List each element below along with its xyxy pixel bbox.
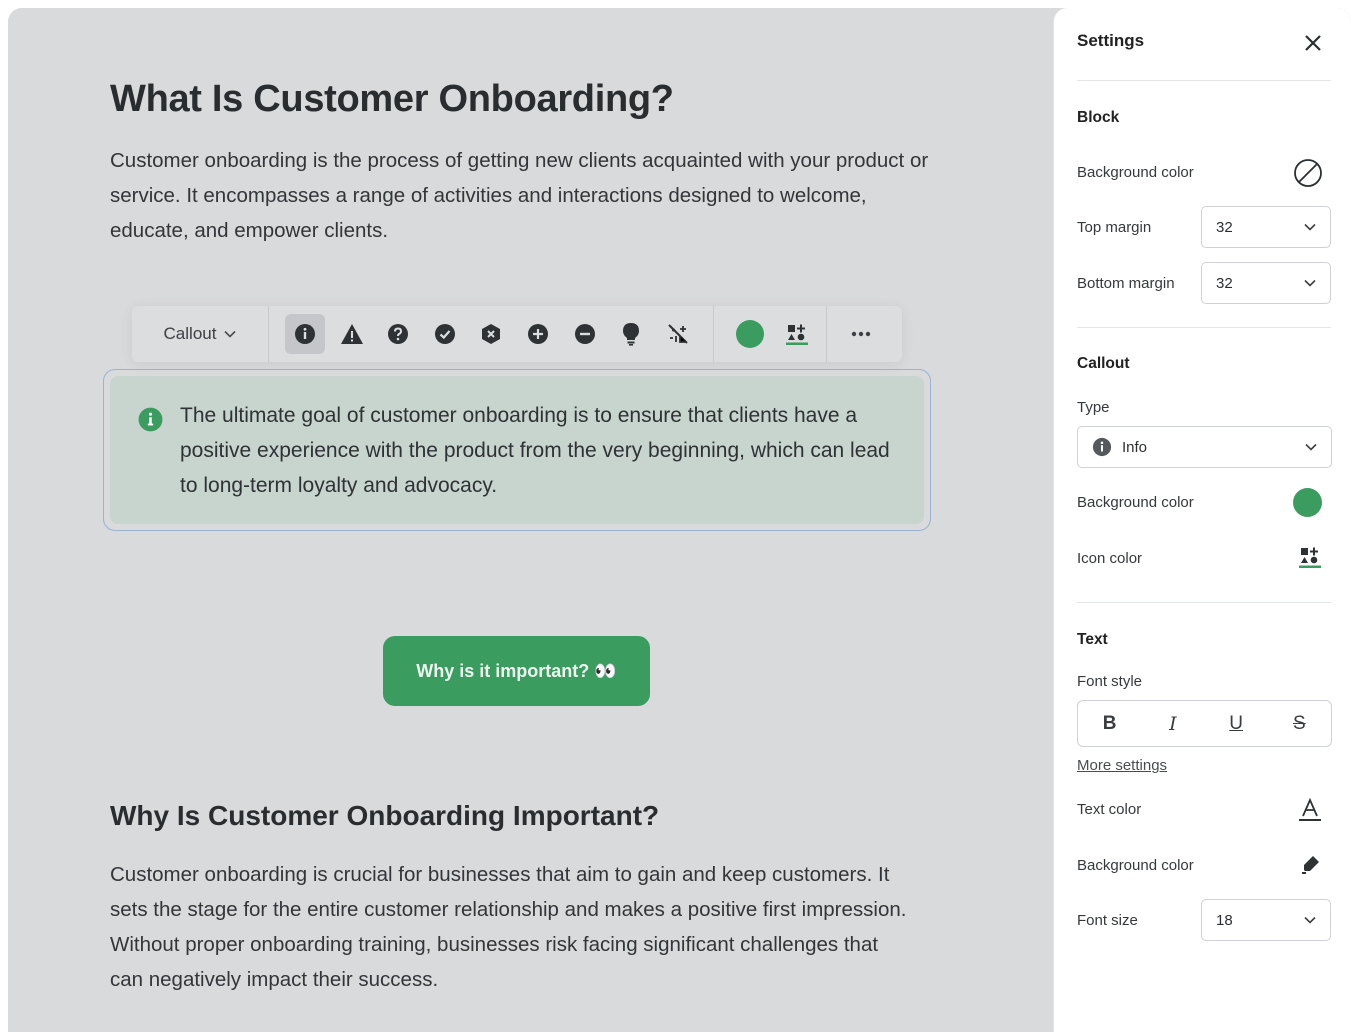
- more-options-button[interactable]: [827, 331, 895, 337]
- block-type-label: Callout: [163, 324, 217, 343]
- top-margin-label: Top margin: [1077, 219, 1152, 236]
- font-size-value: 18: [1216, 911, 1233, 929]
- callout-icon-picker: [269, 306, 714, 362]
- icon-option-question[interactable]: [378, 314, 418, 354]
- section-heading[interactable]: Why Is Customer Onboarding Important?: [110, 800, 659, 832]
- font-style-group: B I U S: [1077, 700, 1332, 747]
- callout-text: The ultimate goal of customer onboarding…: [180, 404, 890, 497]
- why-important-button[interactable]: Why is it important? 👀: [383, 636, 650, 706]
- divider: [1077, 327, 1331, 328]
- callout-toolbar: Callout: [132, 306, 902, 362]
- divider: [1077, 602, 1331, 603]
- chevron-down-icon: [1305, 443, 1317, 451]
- chevron-down-icon: [1304, 916, 1316, 924]
- no-color-icon[interactable]: [1293, 158, 1323, 188]
- icon-option-check[interactable]: [425, 314, 465, 354]
- icon-option-none[interactable]: [658, 314, 698, 354]
- close-icon[interactable]: [1302, 32, 1324, 54]
- icon-color-icon[interactable]: [785, 323, 808, 345]
- icon-option-error[interactable]: [471, 314, 511, 354]
- block-type-dropdown[interactable]: Callout: [132, 306, 269, 362]
- no-icon: [668, 324, 688, 344]
- divider: [1077, 80, 1331, 81]
- callout-section-heading: Callout: [1077, 355, 1130, 372]
- block-background-color-label: Background color: [1077, 164, 1194, 181]
- callout-background-color-swatch[interactable]: [1293, 488, 1322, 517]
- callout-type-value: Info: [1122, 438, 1148, 456]
- more-icon: [851, 331, 870, 337]
- background-color-swatch[interactable]: [735, 320, 764, 348]
- icon-option-lightbulb[interactable]: [611, 314, 651, 354]
- text-color-label: Text color: [1077, 801, 1142, 818]
- error-icon: [482, 324, 501, 344]
- bottom-margin-label: Bottom margin: [1077, 275, 1175, 292]
- chevron-down-icon: [224, 330, 237, 338]
- callout-type-select[interactable]: Info: [1077, 426, 1332, 468]
- icon-color-icon[interactable]: [1299, 546, 1321, 568]
- editor-canvas: What Is Customer Onboarding? Customer on…: [8, 8, 1053, 1032]
- block-section-heading: Block: [1077, 109, 1120, 126]
- callout-background-color-label: Background color: [1077, 494, 1194, 511]
- callout-block[interactable]: The ultimate goal of customer onboarding…: [110, 376, 924, 524]
- text-background-color-label: Background color: [1077, 857, 1194, 874]
- chevron-down-icon: [1304, 223, 1316, 231]
- icon-option-minus[interactable]: [565, 314, 605, 354]
- font-size-select[interactable]: 18: [1201, 899, 1331, 941]
- top-margin-value: 32: [1216, 218, 1233, 236]
- font-style-label: Font style: [1077, 673, 1143, 690]
- chevron-down-icon: [1304, 279, 1316, 287]
- toolbar-color-group: [714, 306, 827, 362]
- more-settings-link[interactable]: More settings: [1077, 757, 1167, 774]
- app-window: What Is Customer Onboarding? Customer on…: [8, 8, 1351, 1032]
- highlighter-icon[interactable]: [1301, 854, 1321, 874]
- bold-button[interactable]: B: [1090, 706, 1130, 742]
- text-section-heading: Text: [1077, 631, 1108, 648]
- italic-button[interactable]: I: [1153, 706, 1193, 742]
- minus-icon: [574, 324, 595, 344]
- question-icon: [388, 324, 409, 344]
- strikethrough-button[interactable]: S: [1279, 706, 1319, 742]
- top-margin-select[interactable]: 32: [1201, 206, 1331, 248]
- lightbulb-icon: [623, 323, 640, 346]
- info-icon: [295, 324, 315, 344]
- bottom-margin-value: 32: [1216, 274, 1233, 292]
- icon-option-plus[interactable]: [518, 314, 558, 354]
- page-title[interactable]: What Is Customer Onboarding?: [110, 78, 674, 121]
- icon-color-label: Icon color: [1077, 550, 1143, 567]
- button-label: Why is it important? 👀: [416, 660, 617, 681]
- settings-title: Settings: [1077, 31, 1145, 50]
- warning-icon: [340, 324, 363, 344]
- section-paragraph[interactable]: Customer onboarding is crucial for busin…: [110, 857, 910, 997]
- underline-button[interactable]: U: [1216, 706, 1256, 742]
- info-icon: [1092, 437, 1112, 457]
- check-icon: [434, 324, 455, 344]
- text-color-icon[interactable]: [1299, 798, 1321, 822]
- font-size-label: Font size: [1077, 912, 1138, 929]
- info-icon: [138, 407, 163, 432]
- icon-option-info[interactable]: [285, 314, 325, 354]
- callout-type-label: Type: [1077, 399, 1110, 416]
- intro-paragraph[interactable]: Customer onboarding is the process of ge…: [110, 143, 940, 248]
- bottom-margin-select[interactable]: 32: [1201, 262, 1331, 304]
- settings-panel: Settings Block Background color Top marg…: [1053, 8, 1351, 1032]
- icon-option-warning[interactable]: [332, 314, 372, 354]
- plus-icon: [527, 324, 548, 344]
